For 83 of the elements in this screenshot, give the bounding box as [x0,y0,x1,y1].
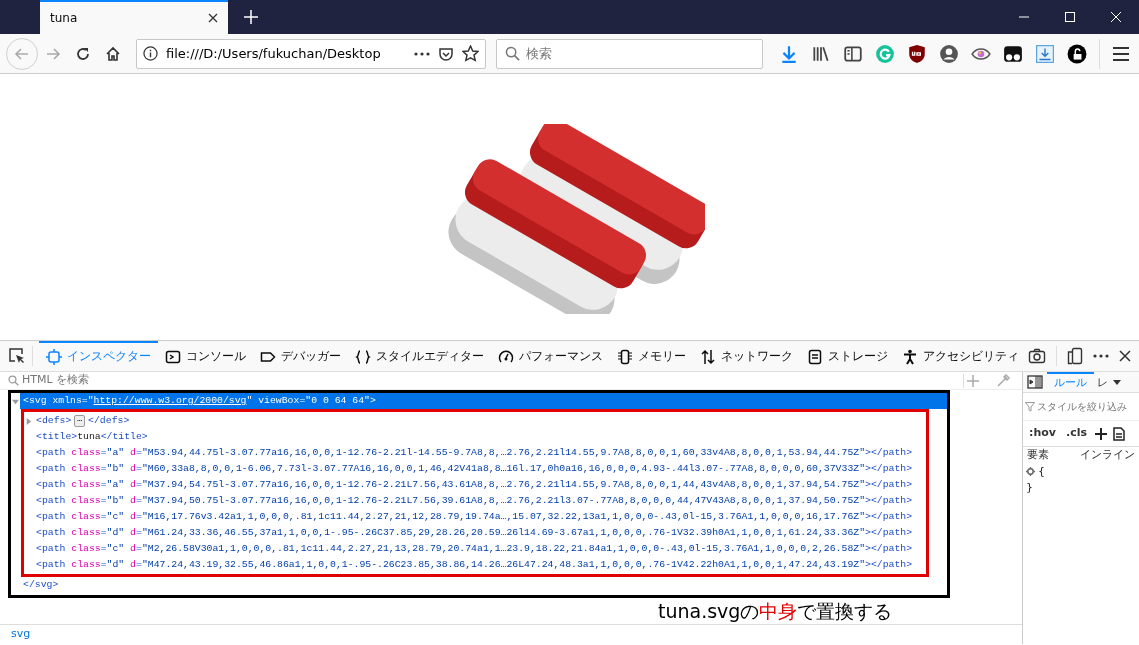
markup-line[interactable]: <path class="d" d="M61.24,33.36,46.55,37a1,1,0,0,1-.95-.26C37.85,29,28.26,20.59…26l14.69-3.67a1,1,0,0,0,.76-1V32.39h0A1,1,0,0,1,61.24,33.36Z"></path> [33,525,916,541]
maximize-icon[interactable] [1065,12,1075,22]
devtools-tab[interactable]: ネットワーク [693,340,800,372]
markup-tag: </defs> [88,415,130,426]
devtools-tab[interactable]: ストレージ [800,340,895,372]
devtools-tab[interactable]: スタイルエディター [348,340,491,372]
sidebar-tab[interactable]: ルール [1047,372,1094,392]
annotation-text: tuna.svgの中身で置換する [658,600,893,622]
close-icon[interactable] [1119,350,1131,362]
search-icon [8,375,19,386]
markup-line[interactable]: <path class="d" d="M47.24,43.19,32.55,46.86a1,1,0,0,1-.95-.26C23.85,38.86,14.26…26L47.24,48.3a1,1,0,0,0,.76-1V42.22h0A1,1,0,0,1,47.24,43.19Z"></path> [33,557,916,573]
devtools-tab[interactable]: パフォーマンス [491,340,610,372]
search-icon [505,46,520,61]
toggle-button[interactable]: .cls [1063,425,1089,442]
rule-source: インライン [1080,447,1135,463]
info-icon [143,46,158,61]
right-arrow-icon [45,45,61,62]
tab-title: tuna [50,10,78,27]
shield-icon[interactable] [907,43,927,64]
left-arrow-icon [14,45,30,62]
breadcrumb[interactable]: svg [8,626,34,643]
element-picker-icon[interactable] [8,347,26,365]
star-icon[interactable] [462,45,479,62]
responsive-icon[interactable] [1067,347,1083,365]
collapsed-arrow-icon[interactable] [25,417,32,425]
markup-line[interactable]: </svg> [20,577,62,593]
address-bar[interactable]: file:///D:/Users/fukuchan/Desktop [136,38,486,69]
more-icon[interactable] [1093,354,1109,358]
account-icon[interactable] [939,43,959,64]
markup-line[interactable]: <path class="a" d="M53.94,44.75l-3.07.77a16,16,0,0,1-12.76-2.21l-14.55-9.7A8,8,…2.76,2.21l14.55,9.7A8,8,0,0,1,60,33v4A8,8,0,0,1,53.94,44.75Z"></path> [33,445,916,461]
dropdown-arrow-icon[interactable] [1113,380,1121,385]
reload-icon [75,45,91,62]
pocket-icon[interactable] [438,45,454,62]
filter-field[interactable]: スタイルを絞り込み [1037,399,1137,414]
close-icon[interactable] [208,13,218,23]
up-down-arrows-icon [700,349,716,365]
toggle-button[interactable]: :hov [1027,425,1058,442]
url-link[interactable]: http://www.w3.org/2000/svg [93,395,247,406]
download-box-icon[interactable] [1035,43,1055,64]
devtools-tab[interactable]: メモリー [610,340,693,372]
address-field[interactable]: file:///D:/Users/fukuchan/Desktop [166,43,406,64]
expanded-arrow-icon[interactable] [12,397,19,405]
devtools-tab[interactable]: アクセシビリティ [895,340,1026,372]
rule-brace: { [1038,463,1045,480]
devtools-tab[interactable]: インスペクター [39,340,158,372]
markup-line[interactable]: <path class="b" d="M60,33a8,8,0,0,1-6.06,7.73l-3.07.77A16,16,0,0,1,46,42V41a8,8…16l.17,0h0a16,16,0,0,0,4.93-.44l3.07-.77A8,8,0,0,0,60,37V33Z"></path> [33,461,916,477]
rule-brace: } [1026,481,1033,494]
markup-line[interactable]: <path class="a" d="M37.94,54.75l-3.07.77a16,16,0,0,1-12.76-2.21L7.56,43.61A8,8,…2.76,2.21l14.55,9.7A8,8,0,0,1,44,43v4A8,8,0,0,1,37.94,54.75Z"></path> [33,477,916,493]
lock-icon[interactable] [1067,43,1087,64]
chip-icon [617,349,633,365]
search-field[interactable]: 検索 [496,38,763,69]
tag-shape-icon [260,349,276,365]
braces-icon [355,349,371,365]
devtools-tab[interactable]: コンソール [158,340,253,372]
gauge-icon [498,349,514,365]
console-icon [165,349,181,365]
rule-selector: 要素 [1027,447,1049,463]
filter-icon [1025,401,1035,412]
markup-line[interactable]: <path class="b" d="M37.94,50.75l-3.07.77a16,16,0,0,1-12.76-2.21L7.56,39.61A8,8,…2.76,2.21l3.07-.77A8,8,0,0,0,44,47V43A8,8,0,0,1,37.94,50.75Z"></path> [33,493,916,509]
layout-icon[interactable] [1027,375,1043,389]
camera-icon[interactable] [1028,348,1046,364]
document-icon[interactable] [1113,426,1125,441]
devtools-tab[interactable]: デバッガー [253,340,348,372]
markup-tag: <defs> [36,415,72,426]
search-input[interactable]: 検索 [526,43,754,64]
sidebar-tab[interactable]: レ [1094,372,1111,392]
collapsed-content-button[interactable]: ⋯ [74,415,86,427]
sidebar-icon[interactable] [843,43,863,64]
home-icon [105,45,121,62]
markup-line[interactable]: <path class="c" d="M16,17.76v3.42a1,1,0,0,0,.81,1c11.44,2.27,21,12,28.79,19.74a…,15.07,32.22,13a1,1,0,0,0-.43,0l-15,3.76A1,1,0,0,0,16,17.76Z"></path> [33,509,916,525]
markup-line[interactable]: <title>tuna</title> [33,429,151,445]
person-icon [902,349,918,365]
storage-icon [807,349,823,365]
gear-icon [1026,467,1035,477]
download-icon[interactable] [779,43,799,64]
markup-line[interactable]: <path class="c" d="M2,26.58V30a1,1,0,0,0,.81,1c11.44,2.27,21,13,28.79,20.74a1,1…23.9,18.22,21.84a1,1,0,0,0-.43,0l-15,3.76A1,1,0,0,0,2,26.58Z"></path> [33,541,916,557]
search-field[interactable]: HTML を検索 [22,372,960,389]
two-dots-icon[interactable] [1003,43,1023,64]
inspector-icon [46,349,62,365]
more-icon[interactable] [414,51,430,56]
browser-tab[interactable]: tuna [40,0,228,34]
plus-icon[interactable] [1095,427,1107,440]
menu-icon[interactable] [1112,45,1130,62]
